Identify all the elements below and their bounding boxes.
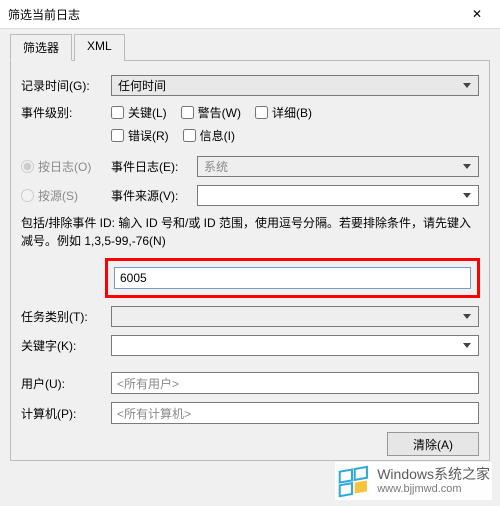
close-button[interactable] (456, 1, 498, 27)
checkbox-warning-label: 警告(W) (198, 104, 241, 121)
label-keywords: 关键字(K): (21, 337, 111, 354)
tab-filter[interactable]: 筛选器 (10, 34, 72, 61)
label-user: 用户(U): (21, 375, 111, 392)
titlebar: 筛选当前日志 (0, 0, 500, 29)
radio-by-source: 按源(S) (21, 187, 78, 204)
tab-body: 记录时间(G): 任何时间 事件级别: 关键(L) 警告(W) (10, 61, 490, 461)
event-log-value: 系统 (204, 158, 228, 175)
checkbox-verbose-input[interactable] (255, 106, 268, 119)
computer-input[interactable] (111, 402, 479, 424)
client-area: 筛选器 XML 记录时间(G): 任何时间 事件级别: 关键(L) (0, 29, 500, 461)
radio-by-log: 按日志(O) (21, 158, 91, 175)
watermark-sub1: 系统之家 (434, 466, 490, 482)
event-id-input[interactable] (114, 267, 471, 289)
watermark-brand: Windows (377, 466, 434, 482)
tab-xml-label: XML (87, 39, 112, 53)
radio-by-source-label: 按源(S) (38, 187, 78, 204)
label-level: 事件级别: (21, 104, 111, 121)
chevron-down-icon (460, 79, 474, 93)
user-input[interactable] (111, 372, 479, 394)
clear-button[interactable]: 清除(A) (387, 432, 479, 456)
keywords-dropdown[interactable] (111, 335, 479, 356)
checkbox-warning-input[interactable] (181, 106, 194, 119)
watermark-url: www.bjjmwd.com (377, 483, 490, 495)
radio-by-log-label: 按日志(O) (38, 158, 91, 175)
logged-dropdown-value: 任何时间 (118, 77, 166, 94)
event-log-dropdown: 系统 (197, 156, 479, 177)
checkbox-error-input[interactable] (111, 129, 124, 142)
chevron-down-icon (460, 160, 474, 174)
task-category-dropdown (111, 306, 479, 327)
checkbox-critical-label: 关键(L) (128, 104, 167, 121)
checkbox-critical-input[interactable] (111, 106, 124, 119)
watermark: Windows系统之家 www.bjjmwd.com (335, 462, 492, 500)
tabstrip: 筛选器 XML (10, 33, 490, 61)
event-sources-dropdown[interactable] (197, 185, 479, 206)
windows-logo-icon (337, 464, 371, 498)
window-title: 筛选当前日志 (8, 6, 80, 23)
label-logged: 记录时间(G): (21, 77, 111, 94)
chevron-down-icon (460, 339, 474, 353)
tab-filter-label: 筛选器 (23, 41, 59, 55)
event-id-highlight (105, 258, 480, 298)
checkbox-info-label: 信息(I) (200, 127, 235, 144)
label-computer: 计算机(P): (21, 405, 111, 422)
checkbox-error-label: 错误(R) (128, 127, 169, 144)
close-icon (472, 7, 482, 21)
checkbox-info-input[interactable] (183, 129, 196, 142)
label-event-log: 事件日志(E): (111, 158, 197, 175)
radio-by-source-input (21, 189, 34, 202)
checkbox-critical[interactable]: 关键(L) (111, 104, 167, 121)
checkbox-warning[interactable]: 警告(W) (181, 104, 241, 121)
chevron-down-icon (460, 189, 474, 203)
radio-by-log-input (21, 160, 34, 173)
checkbox-verbose[interactable]: 详细(B) (255, 104, 312, 121)
label-event-sources: 事件来源(V): (111, 187, 197, 204)
checkbox-error[interactable]: 错误(R) (111, 127, 169, 144)
label-task-category: 任务类别(T): (21, 308, 111, 325)
tab-xml[interactable]: XML (74, 34, 125, 61)
logged-dropdown[interactable]: 任何时间 (111, 75, 479, 96)
checkbox-info[interactable]: 信息(I) (183, 127, 235, 144)
checkbox-verbose-label: 详细(B) (272, 104, 312, 121)
clear-button-label: 清除(A) (413, 436, 453, 453)
chevron-down-icon (460, 310, 474, 324)
event-id-help: 包括/排除事件 ID: 输入 ID 号和/或 ID 范围，使用逗号分隔。若要排除… (21, 214, 479, 250)
